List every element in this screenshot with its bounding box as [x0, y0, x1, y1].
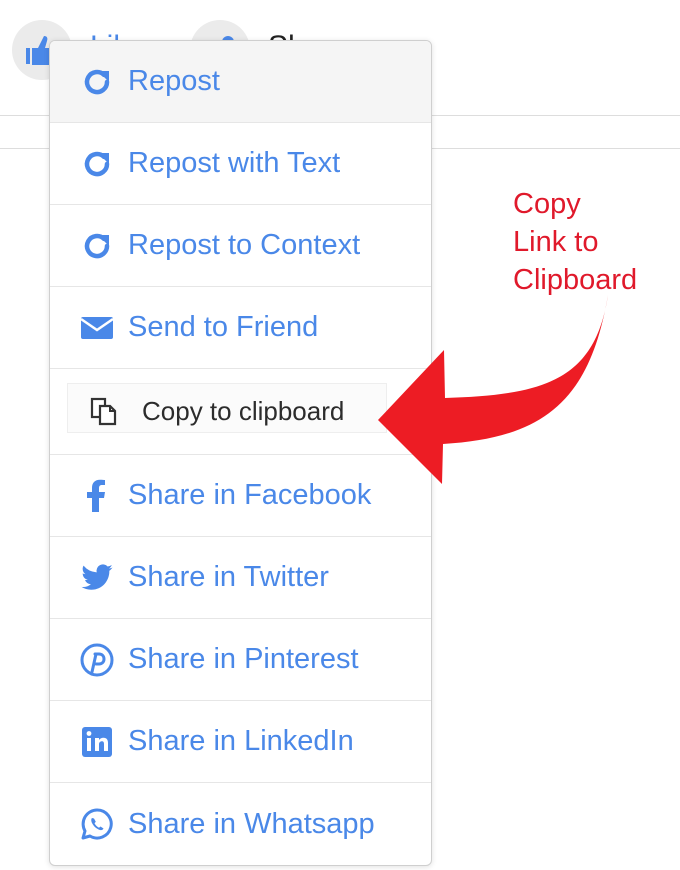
annotation-line: Link to	[513, 226, 599, 258]
annotation-line: Clipboard	[513, 264, 638, 296]
menu-item-share-whatsapp[interactable]: Share in Whatsapp	[50, 783, 431, 865]
menu-item-label: Send to Friend	[128, 311, 319, 343]
menu-item-share-pinterest[interactable]: Share in Pinterest	[50, 619, 431, 701]
menu-item-label: Repost to Context	[128, 229, 361, 261]
repost-icon	[80, 65, 114, 99]
menu-item-label: Copy to clipboard	[142, 396, 345, 426]
whatsapp-icon	[80, 807, 114, 841]
annotation-text: Copy Link to Clipboard	[513, 185, 637, 299]
menu-item-label: Share in Twitter	[128, 561, 329, 593]
menu-item-label: Share in LinkedIn	[128, 725, 354, 757]
facebook-icon	[80, 479, 114, 513]
menu-item-label: Repost	[128, 65, 220, 97]
copy-icon	[88, 395, 122, 429]
repost-icon	[80, 229, 114, 263]
envelope-icon	[80, 311, 114, 345]
annotation-line: Copy	[513, 188, 581, 220]
menu-item-label: Share in Pinterest	[128, 643, 359, 675]
menu-item-label: Repost with Text	[128, 147, 341, 179]
menu-item-share-linkedin[interactable]: Share in LinkedIn	[50, 701, 431, 783]
linkedin-icon	[80, 725, 114, 759]
twitter-icon	[80, 561, 114, 595]
menu-item-label: Share in Whatsapp	[128, 807, 375, 840]
menu-item-repost[interactable]: Repost	[50, 41, 431, 123]
menu-item-copy-to-clipboard[interactable]: Copy to clipboard	[50, 369, 431, 455]
menu-item-share-facebook[interactable]: Share in Facebook	[50, 455, 431, 537]
repost-icon	[80, 147, 114, 181]
menu-item-repost-with-text[interactable]: Repost with Text	[50, 123, 431, 205]
menu-item-send-to-friend[interactable]: Send to Friend	[50, 287, 431, 369]
pinterest-icon	[80, 643, 114, 677]
menu-item-share-twitter[interactable]: Share in Twitter	[50, 537, 431, 619]
share-dropdown-menu: Repost Repost with Text Repost to Contex…	[49, 40, 432, 866]
menu-item-label: Share in Facebook	[128, 479, 372, 511]
menu-item-repost-to-context[interactable]: Repost to Context	[50, 205, 431, 287]
